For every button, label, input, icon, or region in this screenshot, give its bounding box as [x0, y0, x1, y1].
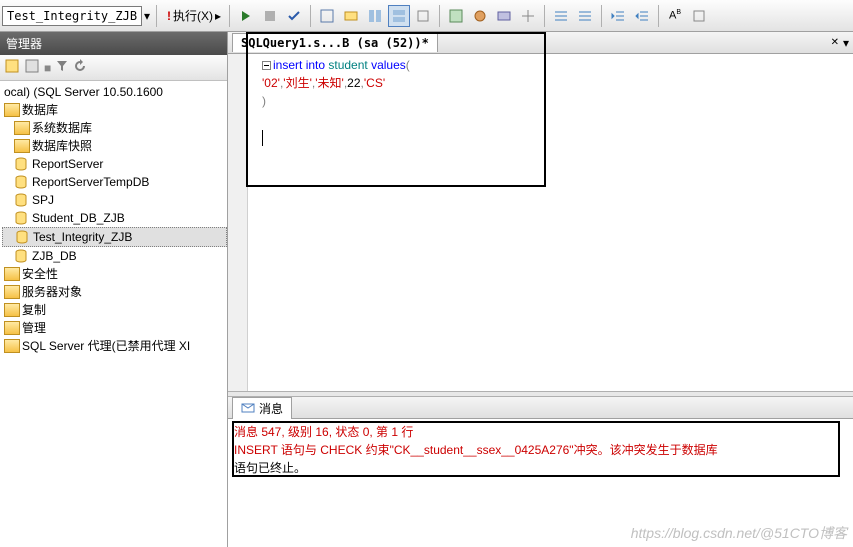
tree-db-item[interactable]: ZJB_DB [2, 247, 227, 265]
parse-icon[interactable] [283, 5, 305, 27]
object-tree[interactable]: ocal) (SQL Server 10.50.1600 数据库 系统数据库数据… [0, 81, 227, 357]
refresh-icon[interactable] [73, 59, 87, 76]
sidebar-title: 管理器 [0, 32, 227, 55]
exclaim-icon: ! [167, 9, 171, 23]
debug-icon[interactable] [235, 5, 257, 27]
tree-db-item[interactable]: ReportServerTempDB [2, 173, 227, 191]
watermark: https://blog.csdn.net/@51CTO博客 [631, 523, 847, 543]
tree-db-item[interactable]: 系统数据库 [2, 119, 227, 137]
tool-icon[interactable] [493, 5, 515, 27]
message-icon [241, 401, 255, 415]
text-cursor [262, 130, 263, 146]
outdent-icon[interactable] [607, 5, 629, 27]
sql-editor[interactable]: insert into student values( '02','刘生','未… [228, 54, 853, 391]
tool-icon[interactable] [340, 5, 362, 27]
stop-icon[interactable] [259, 5, 281, 27]
databases-node[interactable]: 数据库 [2, 101, 227, 119]
tree-node[interactable]: 服务器对象 [2, 283, 227, 301]
status-line: 语句已终止。 [234, 459, 847, 477]
messages-tab[interactable]: 消息 [232, 397, 292, 419]
tree-db-item[interactable]: Test_Integrity_ZJB [2, 227, 227, 247]
tree-node[interactable]: 安全性 [2, 265, 227, 283]
editor-tabbar: SQLQuery1.s...B (sa (52))* ✕ ▾ [228, 32, 853, 54]
tab-menu-icon[interactable]: ▾ [843, 36, 849, 50]
tree-db-item[interactable]: 数据库快照 [2, 137, 227, 155]
tool-icon[interactable] [688, 5, 710, 27]
tool-icon[interactable] [445, 5, 467, 27]
tree-node[interactable]: SQL Server 代理(已禁用代理 XI [2, 337, 227, 355]
object-explorer: 管理器 ■ ocal) (SQL Server 10.50.1600 数据库 系… [0, 32, 228, 547]
query-tab[interactable]: SQLQuery1.s...B (sa (52))* [232, 33, 438, 52]
tree-db-item[interactable]: Student_DB_ZJB [2, 209, 227, 227]
tool-icon[interactable] [364, 5, 386, 27]
indent-icon[interactable] [631, 5, 653, 27]
comment-icon[interactable] [550, 5, 572, 27]
tab-close-icon[interactable]: ✕ [831, 37, 839, 48]
editor-gutter [228, 54, 248, 391]
error-line: INSERT 语句与 CHECK 约束"CK__student__ssex__0… [234, 441, 847, 459]
error-line: 消息 547, 级别 16, 状态 0, 第 1 行 [234, 423, 847, 441]
tree-db-item[interactable]: SPJ [2, 191, 227, 209]
database-selector[interactable] [2, 6, 142, 26]
dropdown-icon[interactable]: ▾ [144, 9, 150, 23]
tree-db-item[interactable]: ReportServer [2, 155, 227, 173]
filter-icon[interactable] [55, 59, 69, 76]
sidebar-toolbar: ■ [0, 55, 227, 81]
stop-icon[interactable]: ■ [44, 61, 51, 75]
connect-icon[interactable] [4, 58, 20, 77]
collapse-icon[interactable] [262, 61, 271, 70]
execute-button[interactable]: ! 执行(X) ▸ [161, 5, 225, 27]
tool-icon[interactable] [412, 5, 434, 27]
font-icon[interactable]: AB [664, 5, 686, 27]
tool-icon[interactable] [517, 5, 539, 27]
tool-icon[interactable] [388, 5, 410, 27]
main-toolbar: ▾ ! 执行(X) ▸ AB [0, 0, 853, 32]
tool-icon[interactable] [316, 5, 338, 27]
uncomment-icon[interactable] [574, 5, 596, 27]
tool-icon[interactable] [469, 5, 491, 27]
disconnect-icon[interactable] [24, 58, 40, 77]
server-node[interactable]: ocal) (SQL Server 10.50.1600 [2, 83, 227, 101]
tree-node[interactable]: 复制 [2, 301, 227, 319]
tree-node[interactable]: 管理 [2, 319, 227, 337]
